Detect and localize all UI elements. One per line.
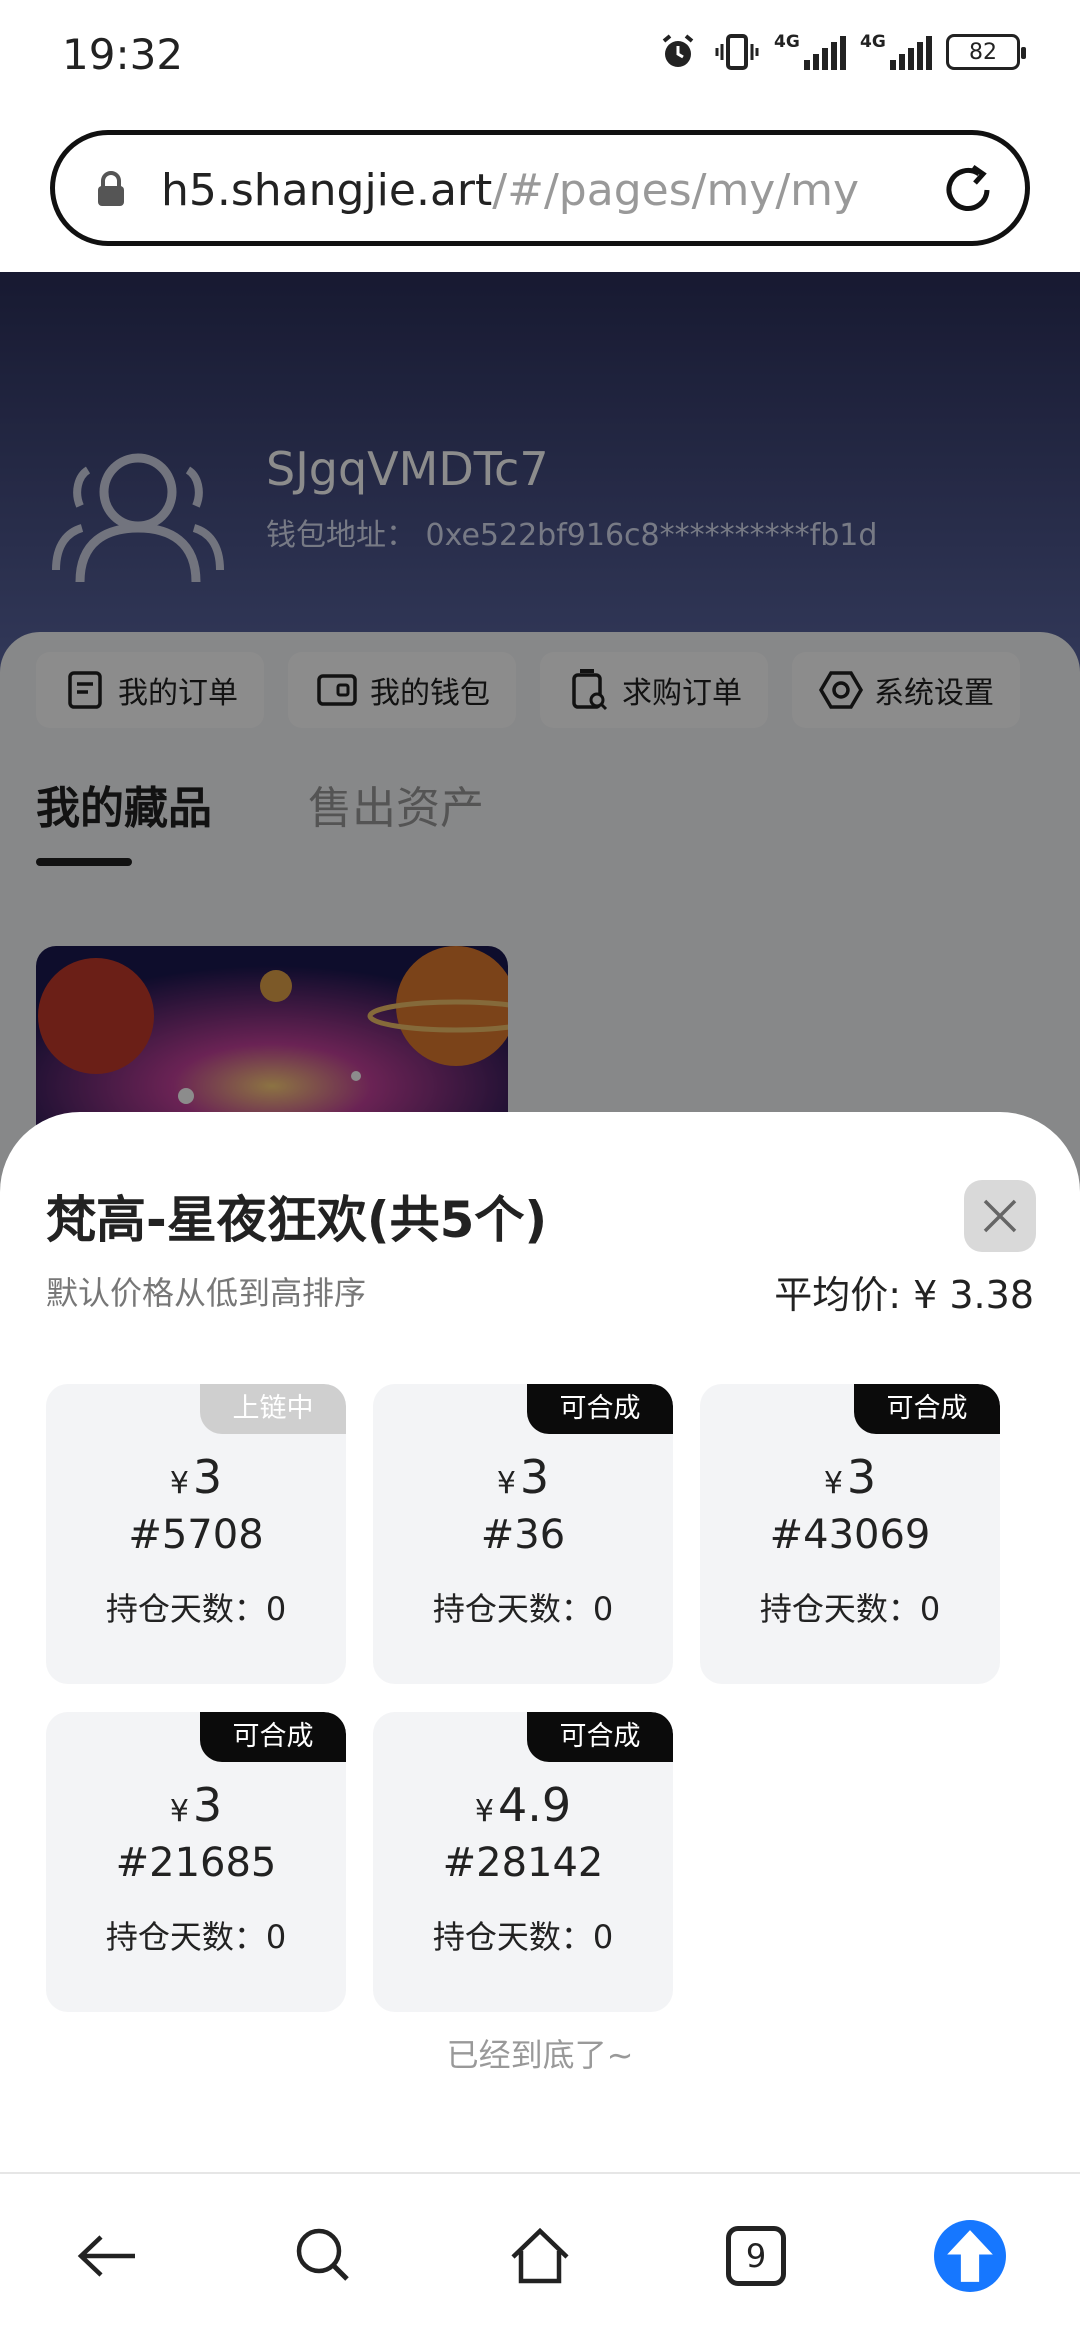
holding-days: 持仓天数：0 [46,1584,346,1630]
vibrate-icon [714,30,760,74]
item-price: ¥3 [46,1450,346,1504]
item-card[interactable]: 可合成 ¥3 #43069 持仓天数：0 [700,1384,1000,1684]
item-price: ¥3 [46,1778,346,1832]
signal-4g-icon: 4G [860,30,932,74]
status-badge: 可合成 [854,1384,1000,1434]
item-price: ¥3 [700,1450,1000,1504]
item-serial: #36 [480,1512,566,1558]
item-price: ¥3 [373,1450,673,1504]
close-button[interactable] [964,1180,1036,1252]
holding-days: 持仓天数：0 [373,1912,673,1958]
url-path: /#/pages/my/my [492,165,860,216]
currency-symbol: ¥ [496,1466,516,1501]
end-of-list-hint: 已经到底了~ [446,2036,634,2074]
status-badge: 上链中 [200,1384,346,1434]
upload-icon [934,2220,1006,2292]
price-value: 3 [192,1450,223,1504]
status-icons: 4G 4G 82 [656,30,1026,74]
holding-days: 持仓天数：0 [46,1912,346,1958]
home-icon [511,2227,569,2284]
holding-days-value: 0 [592,1590,614,1628]
tabs-button[interactable]: 9 [718,2218,794,2294]
currency-symbol: ¥ [169,1466,189,1501]
sheet-title: 梵高-星夜狂欢(共5个) [46,1191,548,1249]
holding-days-value: 0 [265,1590,287,1628]
search-icon [296,2228,349,2281]
holding-days: 持仓天数：0 [373,1584,673,1630]
holding-days-label: 持仓天数： [432,1918,593,1956]
holding-days-value: 0 [265,1918,287,1956]
holding-days-label: 持仓天数： [105,1590,266,1628]
signal-4g-icon: 4G [774,30,846,74]
url-host: h5.shangjie.art [161,165,493,216]
reload-icon[interactable] [939,161,997,219]
holding-days-label: 持仓天数： [759,1590,920,1628]
holding-days-label: 持仓天数： [105,1918,266,1956]
url-text[interactable]: h5.shangjie.art/#/pages/my/my [161,165,859,216]
back-icon [77,2235,135,2277]
price-value: 4.9 [497,1778,572,1832]
price-value: 3 [519,1450,550,1504]
tabs-icon: 9 [726,2226,786,2286]
currency-symbol: ¥ [823,1466,843,1501]
status-bar: 19:32 4G 4G 82 [0,0,1080,110]
back-button[interactable] [70,2218,146,2294]
tabs-count: 9 [745,2237,767,2275]
item-card[interactable]: 可合成 ¥4.9 #28142 持仓天数：0 [373,1712,673,2012]
item-serial: #43069 [769,1512,931,1558]
battery-icon: 82 [946,34,1026,70]
close-icon [983,1199,1017,1233]
upload-button[interactable] [932,2218,1008,2294]
search-button[interactable] [286,2218,362,2294]
home-button[interactable] [502,2218,578,2294]
browser-toolbar: h5.shangjie.art/#/pages/my/my [0,110,1080,272]
address-bar[interactable]: h5.shangjie.art/#/pages/my/my [50,130,1030,246]
status-badge: 可合成 [200,1712,346,1762]
average-price: 平均价: ¥ 3.38 [774,1264,1034,1319]
alarm-icon [656,30,700,74]
status-badge: 可合成 [527,1712,673,1762]
price-value: 3 [192,1778,223,1832]
holding-days: 持仓天数：0 [700,1584,1000,1630]
status-time: 19:32 [62,30,184,79]
holding-days-value: 0 [592,1918,614,1956]
price-value: 3 [846,1450,877,1504]
item-serial: #5708 [128,1512,264,1558]
item-card[interactable]: 可合成 ¥3 #21685 持仓天数：0 [46,1712,346,2012]
item-serial: #21685 [115,1840,277,1886]
holding-days-label: 持仓天数： [432,1590,593,1628]
item-card[interactable]: 上链中 ¥3 #5708 持仓天数：0 [46,1384,346,1684]
item-serial: #28142 [442,1840,604,1886]
holding-days-value: 0 [919,1590,941,1628]
lock-icon [95,171,127,207]
average-price-label: 平均价: [774,1273,902,1317]
currency-symbol: ¥ [474,1794,494,1829]
currency-symbol: ¥ [169,1794,189,1829]
item-price: ¥4.9 [373,1778,673,1832]
battery-level: 82 [969,39,997,65]
sort-hint: 默认价格从低到高排序 [46,1274,367,1312]
browser-nav-bar: 9 [0,2172,1080,2340]
item-card[interactable]: 可合成 ¥3 #36 持仓天数：0 [373,1384,673,1684]
average-price-value: ¥ 3.38 [913,1273,1034,1317]
status-badge: 可合成 [527,1384,673,1434]
collection-detail-sheet: 梵高-星夜狂欢(共5个) 默认价格从低到高排序 平均价: ¥ 3.38 上链中 … [0,1112,1080,2172]
